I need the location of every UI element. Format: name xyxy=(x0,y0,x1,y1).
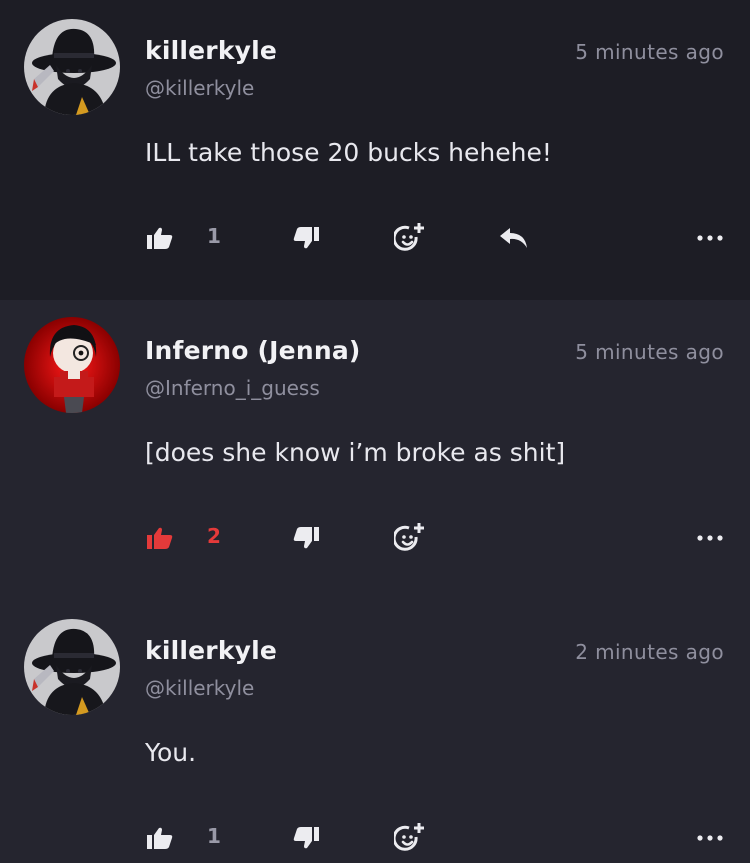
user-handle: @killerkyle xyxy=(145,76,255,100)
user-handle: @Inferno_i_guess xyxy=(145,376,320,400)
hat-character-avatar-icon xyxy=(24,19,120,115)
comment-text: You. xyxy=(145,738,197,767)
avatar[interactable] xyxy=(24,19,120,115)
dislike-button[interactable] xyxy=(290,220,322,256)
avatar[interactable] xyxy=(24,619,120,715)
comment-text: ILL take those 20 bucks hehehe! xyxy=(145,138,552,167)
timestamp: 5 minutes ago xyxy=(575,40,724,64)
avatar[interactable] xyxy=(24,317,120,413)
more-options-button[interactable] xyxy=(692,220,728,256)
add-reaction-button[interactable] xyxy=(390,220,430,256)
comment-actions: 1 xyxy=(0,220,750,256)
username[interactable]: killerkyle xyxy=(145,36,277,65)
comment-text: [does she know i’m broke as shit] xyxy=(145,438,566,467)
add-reaction-icon xyxy=(394,523,424,551)
like-count: 2 xyxy=(207,524,221,548)
add-reaction-button[interactable] xyxy=(390,520,430,556)
hat-character-avatar-icon xyxy=(24,619,120,715)
like-button[interactable] xyxy=(144,520,176,556)
more-options-button[interactable] xyxy=(692,520,728,556)
more-dots-icon xyxy=(697,535,723,541)
comment-actions: 1 xyxy=(0,820,750,856)
user-handle: @killerkyle xyxy=(145,676,255,700)
like-count: 1 xyxy=(207,224,221,248)
username[interactable]: Inferno (Jenna) xyxy=(145,336,361,365)
thumbs-down-icon xyxy=(293,527,319,549)
comment-actions: 2 xyxy=(0,520,750,556)
more-options-button[interactable] xyxy=(692,820,728,856)
like-button[interactable] xyxy=(144,820,176,856)
dislike-button[interactable] xyxy=(290,820,322,856)
more-dots-icon xyxy=(697,235,723,241)
timestamp: 2 minutes ago xyxy=(575,640,724,664)
timestamp: 5 minutes ago xyxy=(575,340,724,364)
like-count: 1 xyxy=(207,824,221,848)
dislike-button[interactable] xyxy=(290,520,322,556)
username[interactable]: killerkyle xyxy=(145,636,277,665)
add-reaction-button[interactable] xyxy=(390,820,430,856)
red-character-avatar-icon xyxy=(24,317,120,413)
thumbs-up-icon xyxy=(147,227,173,249)
comment-item: killerkyle @killerkyle 2 minutes ago You… xyxy=(0,600,750,863)
comment-item: Inferno (Jenna) @Inferno_i_guess 5 minut… xyxy=(0,300,750,600)
more-dots-icon xyxy=(697,835,723,841)
thumbs-up-icon xyxy=(147,827,173,849)
comment-item: killerkyle @killerkyle 5 minutes ago ILL… xyxy=(0,0,750,300)
reply-button[interactable] xyxy=(496,220,532,256)
add-reaction-icon xyxy=(394,223,424,251)
thumbs-down-icon xyxy=(293,827,319,849)
comment-feed: killerkyle @killerkyle 5 minutes ago ILL… xyxy=(0,0,750,863)
thumbs-down-icon xyxy=(293,227,319,249)
thumbs-up-icon xyxy=(147,527,173,549)
add-reaction-icon xyxy=(394,823,424,851)
like-button[interactable] xyxy=(144,220,176,256)
reply-arrow-icon xyxy=(500,228,527,248)
